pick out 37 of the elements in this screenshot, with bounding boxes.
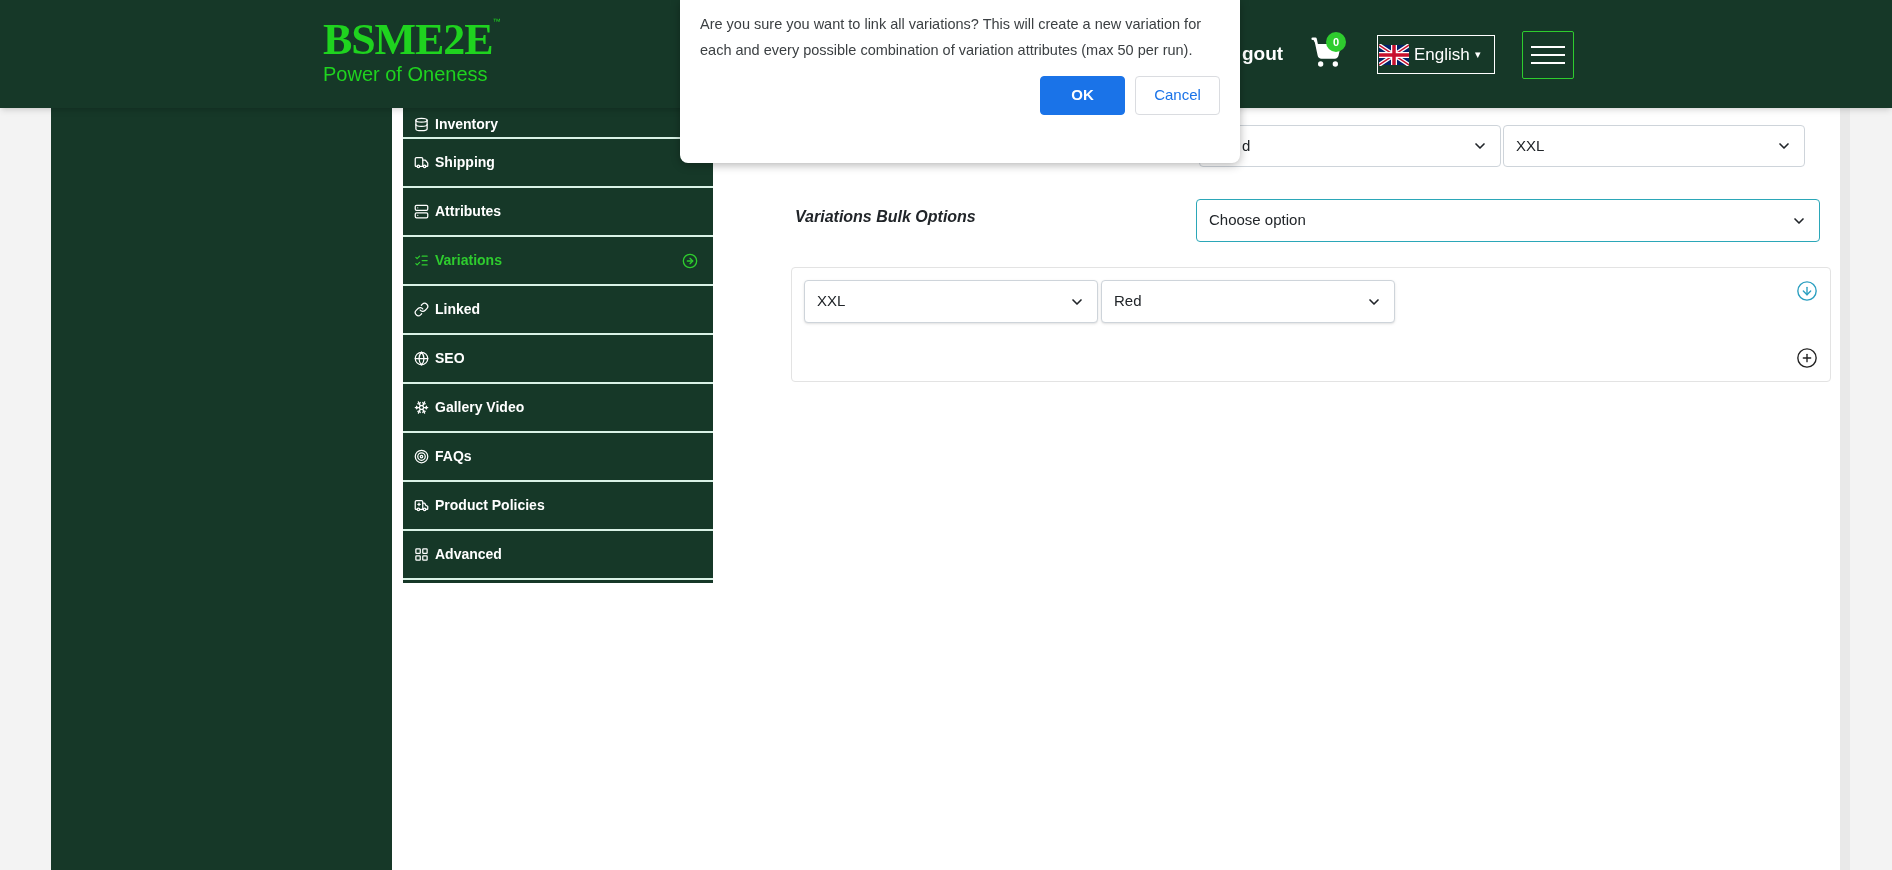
- dialog-message: Are you sure you want to link all variations? This will create a new variation for each and every possible combination of variation attributes (max 50 per run).: [700, 15, 1203, 60]
- globe-icon: [414, 351, 429, 366]
- add-icon[interactable]: [1796, 347, 1818, 369]
- database-icon: [414, 117, 429, 132]
- menu-tab[interactable]: SEO: [403, 335, 713, 384]
- server-icon: [414, 204, 429, 219]
- language-selector[interactable]: English ▾: [1377, 35, 1495, 74]
- menu-button[interactable]: [1522, 31, 1574, 79]
- menu-tab[interactable]: Advanced: [403, 531, 713, 580]
- cancel-button[interactable]: Cancel: [1135, 76, 1220, 115]
- variation-attribute-select[interactable]: Red: [1101, 280, 1395, 323]
- logout-link[interactable]: gout: [1240, 40, 1284, 69]
- grid-icon: [414, 547, 429, 562]
- menu-tab[interactable]: Variations: [403, 237, 713, 286]
- menu-tab[interactable]: Product Policies: [403, 482, 713, 531]
- truck-icon: [414, 155, 429, 170]
- uk-flag-icon: [1379, 43, 1409, 66]
- menu-tab[interactable]: Linked: [403, 286, 713, 335]
- variation-attribute-select[interactable]: XXL: [804, 280, 1098, 323]
- target-icon: [414, 449, 429, 464]
- ok-button[interactable]: OK: [1040, 76, 1125, 115]
- menu-tab[interactable]: Gallery Video: [403, 384, 713, 433]
- snowflake-icon: [414, 400, 429, 415]
- cart-count-badge: 0: [1326, 32, 1346, 52]
- bulk-options-label: Variations Bulk Options: [794, 207, 977, 227]
- logo-tagline: Power of Oneness: [323, 61, 489, 87]
- attribute-select[interactable]: XXL: [1503, 125, 1805, 167]
- link-icon: [414, 302, 429, 317]
- expand-icon[interactable]: [1796, 280, 1818, 302]
- ambulance-icon: [414, 498, 429, 513]
- menu-tab[interactable]: Attributes: [403, 188, 713, 237]
- checklist-icon: [414, 253, 429, 268]
- bulk-options-select[interactable]: Choose option: [1196, 199, 1820, 242]
- trademark-sign: ™: [492, 17, 501, 26]
- arrow-circle-icon: [682, 252, 698, 269]
- menu-tab[interactable]: FAQs: [403, 433, 713, 482]
- logo-title[interactable]: BSME2E: [323, 17, 493, 62]
